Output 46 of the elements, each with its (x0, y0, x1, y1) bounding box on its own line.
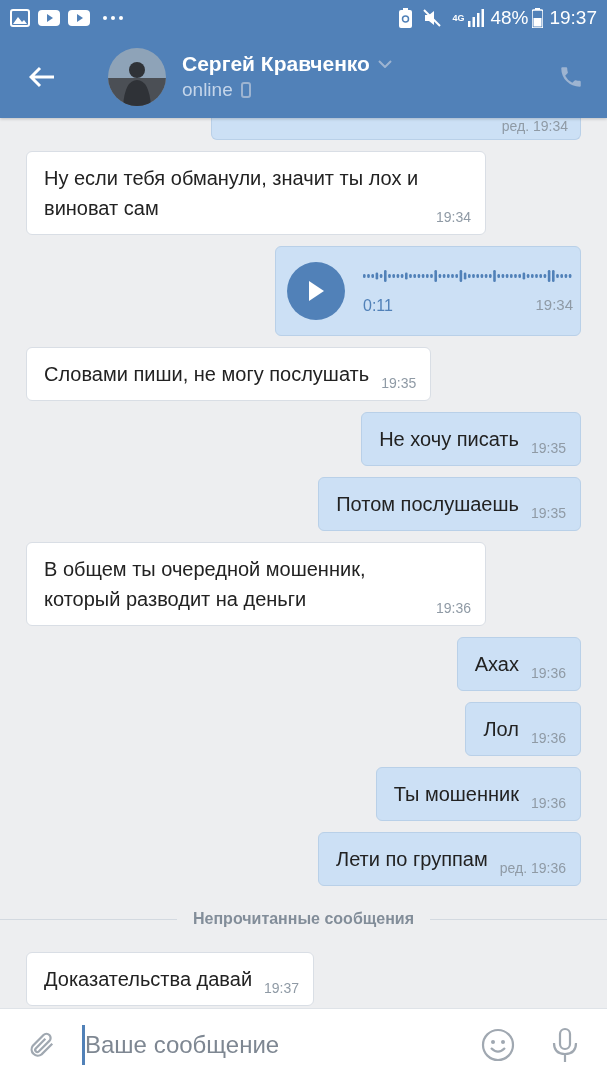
battery-percent: 48% (490, 5, 529, 30)
emoji-icon[interactable] (481, 1027, 515, 1062)
phone-icon (558, 64, 584, 90)
message-text: Ты мошенник (393, 782, 519, 807)
unread-divider-label: Непрочитанные сообщения (193, 909, 414, 929)
message-time: 19:34 (435, 208, 471, 226)
video-icon (38, 10, 60, 26)
contact-name[interactable]: Сергей Кравченко (182, 51, 370, 77)
battery-saver-icon (399, 8, 413, 28)
message-text: Не хочу писать (379, 427, 519, 452)
message-time: ред. 19:34 (501, 118, 568, 134)
chevron-down-icon[interactable] (377, 60, 392, 68)
message-time: 19:36 (530, 729, 566, 747)
message-time: 19:36 (530, 664, 566, 682)
mute-icon (422, 8, 443, 28)
message-text: Потом послушаешь (336, 492, 519, 517)
play-icon (307, 280, 325, 302)
message-text: Ахах (474, 652, 519, 677)
message-time: 19:35 (530, 439, 566, 457)
avatar-icon[interactable] (108, 48, 166, 106)
message-text: Словами пиши, не могу послушать (44, 362, 370, 387)
more-icon (102, 15, 124, 21)
message-text: Ну если тебя обманули, значит ты лох и виноват сам (44, 166, 420, 221)
back-arrow-icon (29, 66, 55, 88)
network-type: 4G (452, 13, 465, 23)
video-icon (68, 10, 90, 26)
online-status: online (182, 78, 233, 102)
image-icon (10, 9, 30, 27)
play-button[interactable] (287, 262, 345, 320)
message-text: Лети по группам (336, 847, 488, 872)
message-text: В общем ты очередной мошенник, который разводит на деньги (44, 557, 367, 612)
phone-device-icon (240, 82, 251, 98)
voice-duration: 0:11 (363, 296, 393, 316)
message-text: Доказательства давай (44, 967, 253, 992)
message-time: 19:36 (435, 599, 471, 617)
microphone-icon[interactable] (551, 1026, 579, 1063)
signal-icon (468, 9, 485, 27)
message-time: ред. 19:36 (499, 859, 566, 877)
message-time: 19:36 (530, 794, 566, 812)
battery-icon (532, 8, 544, 28)
message-time: 19:35 (530, 504, 566, 522)
message-time: 19:37 (264, 979, 300, 997)
message-text: Лол (483, 717, 519, 742)
clock: 19:37 (549, 5, 597, 30)
message-time: 19:34 (535, 295, 573, 315)
message-time: 19:35 (381, 374, 417, 392)
